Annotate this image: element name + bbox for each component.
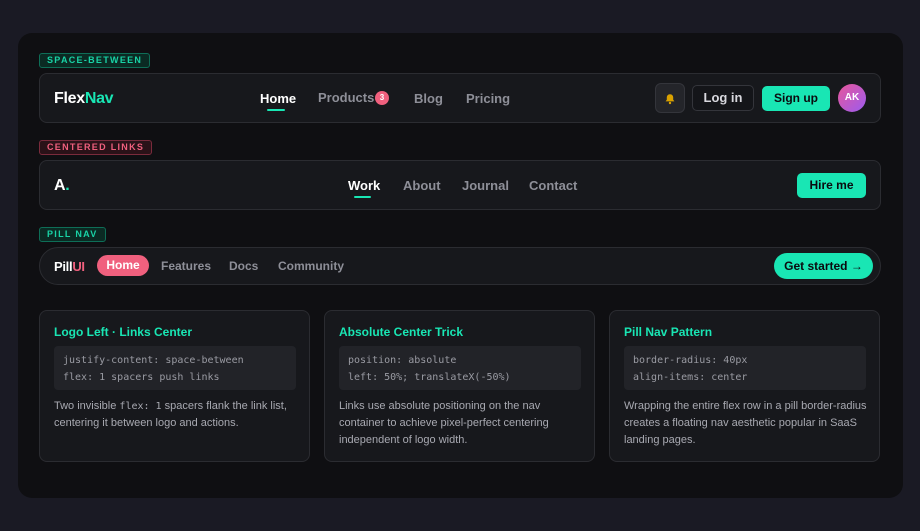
code-snippet: justify-content: space-between flex: 1 s…: [54, 346, 296, 390]
nav-link-pricing[interactable]: Pricing: [466, 91, 510, 106]
card-title: Absolute Center Trick: [339, 325, 464, 339]
section-tag-space-between: SPACE-BETWEEN: [39, 53, 151, 68]
code-line: position: absolute: [348, 355, 457, 366]
nav-pill-community[interactable]: Community: [278, 259, 344, 273]
code-line: border-radius: 40px: [633, 355, 748, 366]
code-snippet: position: absolute left: 50%; translateX…: [339, 346, 581, 390]
nav-link-journal[interactable]: Journal: [462, 178, 509, 193]
card-description: Links use absolute positioning on the na…: [339, 400, 549, 446]
nav-link-home[interactable]: Home: [260, 91, 296, 106]
card-description: Two invisible flex: 1 spacers flank the …: [54, 398, 299, 432]
brand-text: A: [54, 177, 66, 194]
brand-accent-text: Nav: [84, 90, 114, 107]
card-description: Wrapping the entire flex row in a pill b…: [624, 400, 867, 446]
nav-link-about[interactable]: About: [403, 178, 441, 193]
notifications-button[interactable]: [655, 83, 685, 113]
login-button[interactable]: Log in: [692, 85, 754, 111]
user-avatar[interactable]: AK: [838, 84, 866, 112]
nav-link-contact[interactable]: Contact: [529, 178, 577, 193]
desc-text: Two invisible: [54, 400, 120, 412]
brand-text: Pill: [54, 259, 73, 274]
nav-link-blog[interactable]: Blog: [414, 91, 443, 106]
nav-pill-home[interactable]: Home: [97, 255, 149, 276]
demo-panel: SPACE-BETWEEN FlexNav Home Products 3 Bl…: [18, 33, 903, 498]
brand-logo[interactable]: A.: [54, 177, 70, 195]
code-line: left: 50%; translateX(-50%): [348, 372, 511, 383]
section-tag-centered-links: CENTERED LINKS: [39, 140, 153, 155]
nav-link-products[interactable]: Products: [318, 90, 374, 105]
info-card-pill-nav: Pill Nav Pattern border-radius: 40px ali…: [609, 310, 880, 462]
brand-logo[interactable]: FlexNav: [54, 90, 114, 108]
code-line: justify-content: space-between: [63, 355, 244, 366]
hire-me-button[interactable]: Hire me: [797, 173, 866, 198]
active-indicator: [267, 109, 285, 111]
card-title: Pill Nav Pattern: [624, 325, 713, 339]
code-snippet: border-radius: 40px align-items: center: [624, 346, 866, 390]
nav-pill-docs[interactable]: Docs: [229, 259, 258, 273]
info-card-logo-left: Logo Left · Links Center justify-content…: [39, 310, 310, 462]
brand-logo[interactable]: PillUI: [54, 259, 85, 274]
products-count-badge: 3: [375, 91, 389, 105]
navbar-space-between: FlexNav Home Products 3 Blog Pricing Log…: [39, 73, 881, 123]
bell-icon: [665, 94, 675, 105]
nav-pill-features[interactable]: Features: [161, 259, 211, 273]
signup-button[interactable]: Sign up: [762, 86, 830, 111]
active-indicator: [354, 196, 371, 198]
get-started-button[interactable]: Get started →: [774, 253, 873, 279]
code-line: align-items: center: [633, 372, 748, 383]
brand-accent-text: .: [65, 177, 70, 194]
card-title: Logo Left · Links Center: [54, 325, 192, 339]
brand-accent-text: UI: [72, 259, 85, 274]
info-card-absolute-center: Absolute Center Trick position: absolute…: [324, 310, 595, 462]
section-tag-pill-nav: PILL NAV: [39, 227, 106, 242]
nav-link-work[interactable]: Work: [348, 178, 380, 193]
code-line: flex: 1 spacers push links: [63, 372, 220, 383]
navbar-centered-links: A. Work About Journal Contact Hire me: [39, 160, 881, 210]
inline-code: flex: 1: [119, 401, 162, 412]
navbar-pill: PillUI Home Features Docs Community Get …: [39, 247, 881, 285]
brand-text: Flex: [54, 90, 85, 107]
